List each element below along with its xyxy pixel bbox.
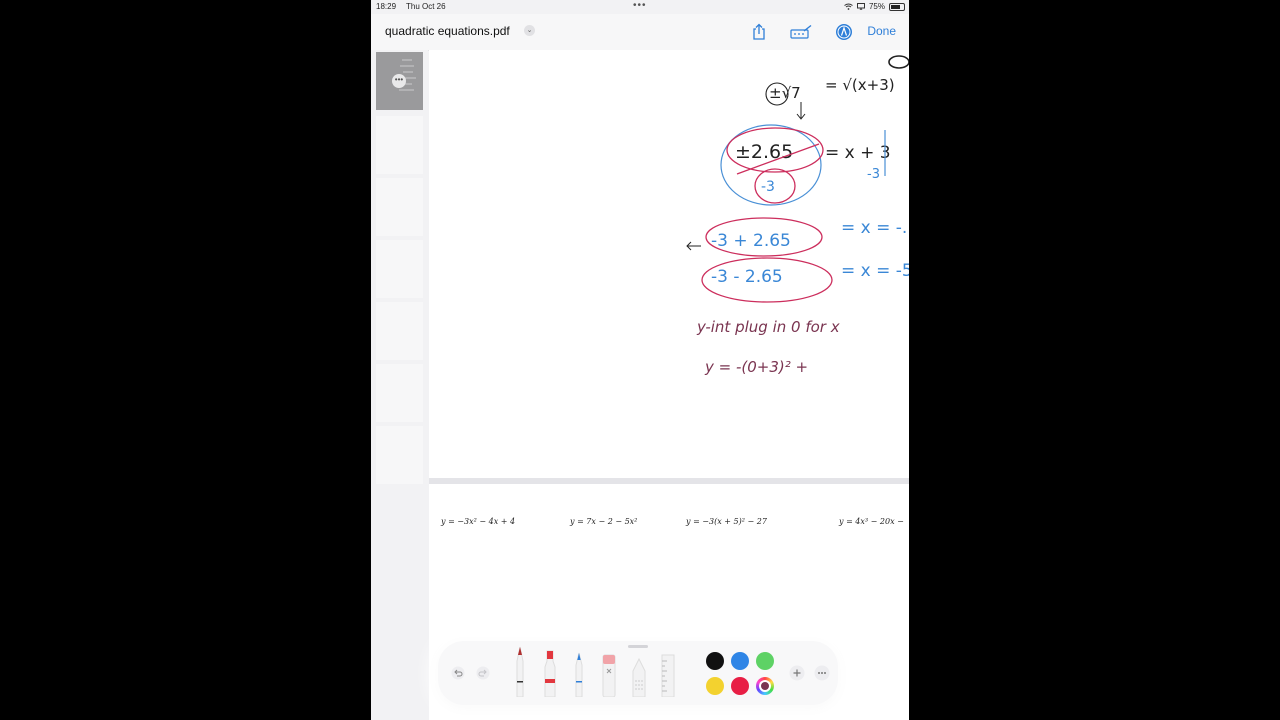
- page-thumbnail[interactable]: [376, 240, 423, 298]
- page-thumbnail[interactable]: [376, 178, 423, 236]
- down-arrow-mark: [796, 102, 806, 120]
- marker-tool-icon[interactable]: [542, 649, 558, 697]
- equation-3: y = −3(x + 5)² − 27: [686, 517, 767, 526]
- pdf-page-handwritten-notes[interactable]: ±√7 = √(x+3) ±2.65 = x + 3 -3 -3 -3 + 2.…: [429, 50, 909, 478]
- status-date: Thu Oct 26: [406, 2, 446, 11]
- status-time: 18:29: [376, 2, 397, 11]
- screen-mirroring-icon: [856, 3, 865, 10]
- color-picker-icon[interactable]: [756, 677, 774, 695]
- document-navbar: quadratic equations.pdf ⌄ Done: [371, 14, 909, 51]
- status-indicators: 75%: [844, 2, 905, 11]
- equation-4: y = 4x³ − 20x −: [839, 517, 904, 526]
- chevron-down-icon[interactable]: ⌄: [524, 25, 535, 36]
- markup-tool-palette: [438, 641, 838, 705]
- hw-line5-result: = x = -5.6: [841, 261, 909, 281]
- ruler-tool-icon[interactable]: [660, 653, 676, 697]
- undo-icon[interactable]: [451, 666, 465, 683]
- page-thumbnail-current[interactable]: •••: [376, 52, 423, 110]
- eraser-tool-icon[interactable]: [601, 653, 617, 697]
- color-swatch-black[interactable]: [706, 652, 724, 670]
- battery-icon: [889, 2, 905, 11]
- ipad-screen: 18:29 Thu Oct 26 ••• 75% quadratic equat…: [371, 0, 909, 720]
- palette-grabber[interactable]: [628, 645, 648, 648]
- wifi-icon: [844, 3, 853, 10]
- ellipsis-icon[interactable]: •••: [392, 74, 406, 88]
- color-swatch-red[interactable]: [731, 677, 749, 695]
- plus-icon[interactable]: [789, 665, 805, 684]
- pen-tool-icon[interactable]: [513, 645, 527, 697]
- redo-icon[interactable]: [476, 666, 490, 683]
- markup-icon[interactable]: [790, 24, 812, 45]
- document-title[interactable]: quadratic equations.pdf: [385, 24, 510, 38]
- hw-line1-rhs: = √(x+3): [825, 76, 895, 94]
- hw-line4-expr: -3 + 2.65: [711, 231, 791, 251]
- hw-line1-lhs: ±√7: [769, 84, 801, 102]
- page-thumbnail[interactable]: [376, 426, 423, 484]
- page-thumbnail[interactable]: [376, 302, 423, 360]
- page-thumbnail[interactable]: [376, 116, 423, 174]
- color-swatch-green[interactable]: [756, 652, 774, 670]
- ellipsis-icon[interactable]: [814, 665, 830, 684]
- pencil-tool-icon[interactable]: [572, 651, 586, 697]
- hw-line2-value: ±2.65: [735, 141, 793, 163]
- autofill-icon[interactable]: [835, 23, 853, 46]
- hw-line4-result: = x = -.: [841, 218, 907, 238]
- equation-2: y = 7x − 2 − 5x²: [570, 517, 638, 526]
- hw-line2-side: -3: [867, 167, 880, 182]
- circled-exponent: [888, 55, 909, 69]
- equation-1: y = −3x² − 4x + 4: [441, 517, 516, 526]
- hw-line6: y-int plug in 0 for x: [696, 318, 840, 336]
- left-arrow-mark: [686, 241, 701, 251]
- page-thumbnails-sidebar[interactable]: •••: [371, 50, 428, 720]
- page-thumbnail[interactable]: [376, 364, 423, 422]
- share-icon[interactable]: [751, 23, 767, 46]
- multitasking-dots-icon[interactable]: •••: [633, 0, 647, 11]
- handwriting-canvas: ±√7 = √(x+3) ±2.65 = x + 3 -3 -3 -3 + 2.…: [686, 55, 909, 376]
- lasso-tool-icon[interactable]: [631, 657, 647, 697]
- color-swatch-blue[interactable]: [731, 652, 749, 670]
- hw-line7: y = -(0+3)² +: [704, 358, 808, 376]
- status-bar: 18:29 Thu Oct 26 ••• 75%: [371, 0, 909, 14]
- hw-line5-expr: -3 - 2.65: [711, 267, 783, 287]
- done-button[interactable]: Done: [867, 24, 896, 38]
- battery-percent: 75%: [868, 2, 885, 11]
- color-swatch-yellow[interactable]: [706, 677, 724, 695]
- hw-line3-circled: -3: [761, 179, 775, 195]
- hw-line2-rhs: = x + 3: [825, 143, 891, 163]
